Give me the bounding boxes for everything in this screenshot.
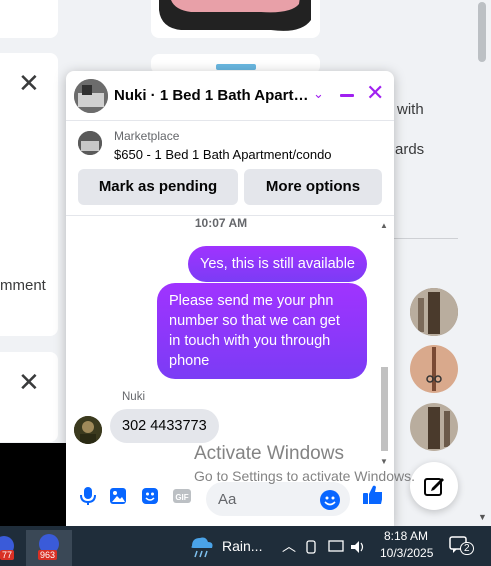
page-scrollbar-thumb[interactable] [478, 2, 486, 62]
close-icon[interactable]: ✕ [18, 71, 40, 97]
outgoing-message[interactable]: Please send me your phn number so that w… [157, 283, 367, 379]
ad-logo [216, 64, 256, 70]
close-chat-icon[interactable]: ✕ [366, 82, 384, 104]
watermark-line-2: Go to Settings to activate Windows. [194, 468, 415, 484]
marketplace-label: Marketplace [114, 129, 180, 143]
rain-cloud-icon [191, 537, 213, 558]
svg-text:GIF: GIF [175, 493, 188, 502]
taskbar-app-2[interactable]: 963 [26, 530, 72, 566]
message-timestamp: 10:07 AM [194, 216, 248, 230]
feed-text-with: with [397, 101, 424, 118]
taskbar-badge-1: 77 [0, 550, 15, 560]
scroll-down-arrow-icon[interactable]: ▼ [478, 512, 487, 522]
clock-time[interactable]: 8:18 AM [384, 529, 428, 543]
compose-icon [424, 478, 444, 496]
listing-title[interactable]: $650 - 1 Bed 1 Bath Apartment/condo [114, 147, 332, 162]
close-icon[interactable]: ✕ [18, 370, 40, 396]
tray-icons[interactable] [305, 537, 365, 557]
contact-avatar-3[interactable] [410, 403, 458, 451]
taskbar: 77 963 Rain... ︿ 8:18 AM 10/3/2025 2 [0, 526, 491, 566]
clock-date[interactable]: 10/3/2025 [380, 546, 433, 560]
mark-as-pending-button[interactable]: Mark as pending [78, 169, 238, 205]
weather-widget[interactable]: Rain... [186, 526, 266, 566]
sender-name: Nuki [122, 391, 146, 403]
listing-small-thumbnail[interactable] [78, 131, 102, 155]
emoji-icon[interactable] [320, 490, 340, 510]
chat-header: Nuki · 1 Bed 1 Bath Apartm... ⌄ ✕ [66, 71, 394, 121]
feed-card-top [0, 0, 58, 38]
incoming-message[interactable]: 302 4433773 [110, 409, 219, 443]
message-list: 10:07 AM Yes, this is still available Pl… [66, 216, 394, 466]
photo-icon[interactable] [108, 486, 128, 506]
weather-text: Rain... [222, 538, 263, 554]
scroll-up-arrow-icon[interactable]: ▲ [380, 221, 388, 230]
chat-scrollbar-thumb[interactable] [381, 367, 388, 451]
feed-text-mment: mment [0, 277, 46, 294]
contact-avatar-1[interactable] [410, 288, 458, 336]
feed-text-ards: ards [395, 141, 425, 158]
minimize-icon[interactable] [340, 94, 354, 97]
message-input[interactable]: Aa [206, 482, 350, 516]
marketplace-listing: Marketplace $650 - 1 Bed 1 Bath Apartmen… [66, 121, 394, 216]
notification-count: 2 [460, 542, 474, 555]
taskbar-app-1[interactable]: 77 [0, 530, 20, 566]
chevron-up-icon[interactable]: ︿ [282, 536, 296, 556]
sticker-icon[interactable] [140, 486, 160, 506]
like-icon[interactable] [362, 484, 382, 504]
video-area [0, 443, 66, 526]
notification-center[interactable]: 2 [448, 534, 474, 558]
divider [394, 238, 458, 239]
listing-thumbnail[interactable] [74, 79, 108, 113]
page-scrollbar[interactable]: ▼ [474, 0, 491, 526]
activation-watermark: Activate Windows Go to Settings to activ… [194, 443, 415, 484]
chat-scrollbar[interactable]: ▲ ▼ [378, 221, 390, 466]
chat-title[interactable]: Nuki · 1 Bed 1 Bath Apartm... [114, 87, 314, 104]
new-message-button[interactable] [410, 462, 458, 510]
shoe-image [159, 0, 311, 31]
sender-avatar[interactable] [74, 416, 102, 444]
gif-icon[interactable]: GIF [172, 486, 192, 506]
chevron-down-icon[interactable]: ⌄ [313, 86, 324, 102]
more-options-button[interactable]: More options [244, 169, 382, 205]
product-image-card [151, 0, 320, 38]
message-input-placeholder: Aa [218, 491, 237, 508]
contact-avatar-2[interactable] [410, 345, 458, 393]
microphone-icon[interactable] [78, 486, 98, 506]
taskbar-badge-2: 963 [38, 550, 58, 560]
outgoing-message[interactable]: Yes, this is still available [187, 246, 367, 282]
watermark-line-1: Activate Windows [194, 443, 344, 464]
